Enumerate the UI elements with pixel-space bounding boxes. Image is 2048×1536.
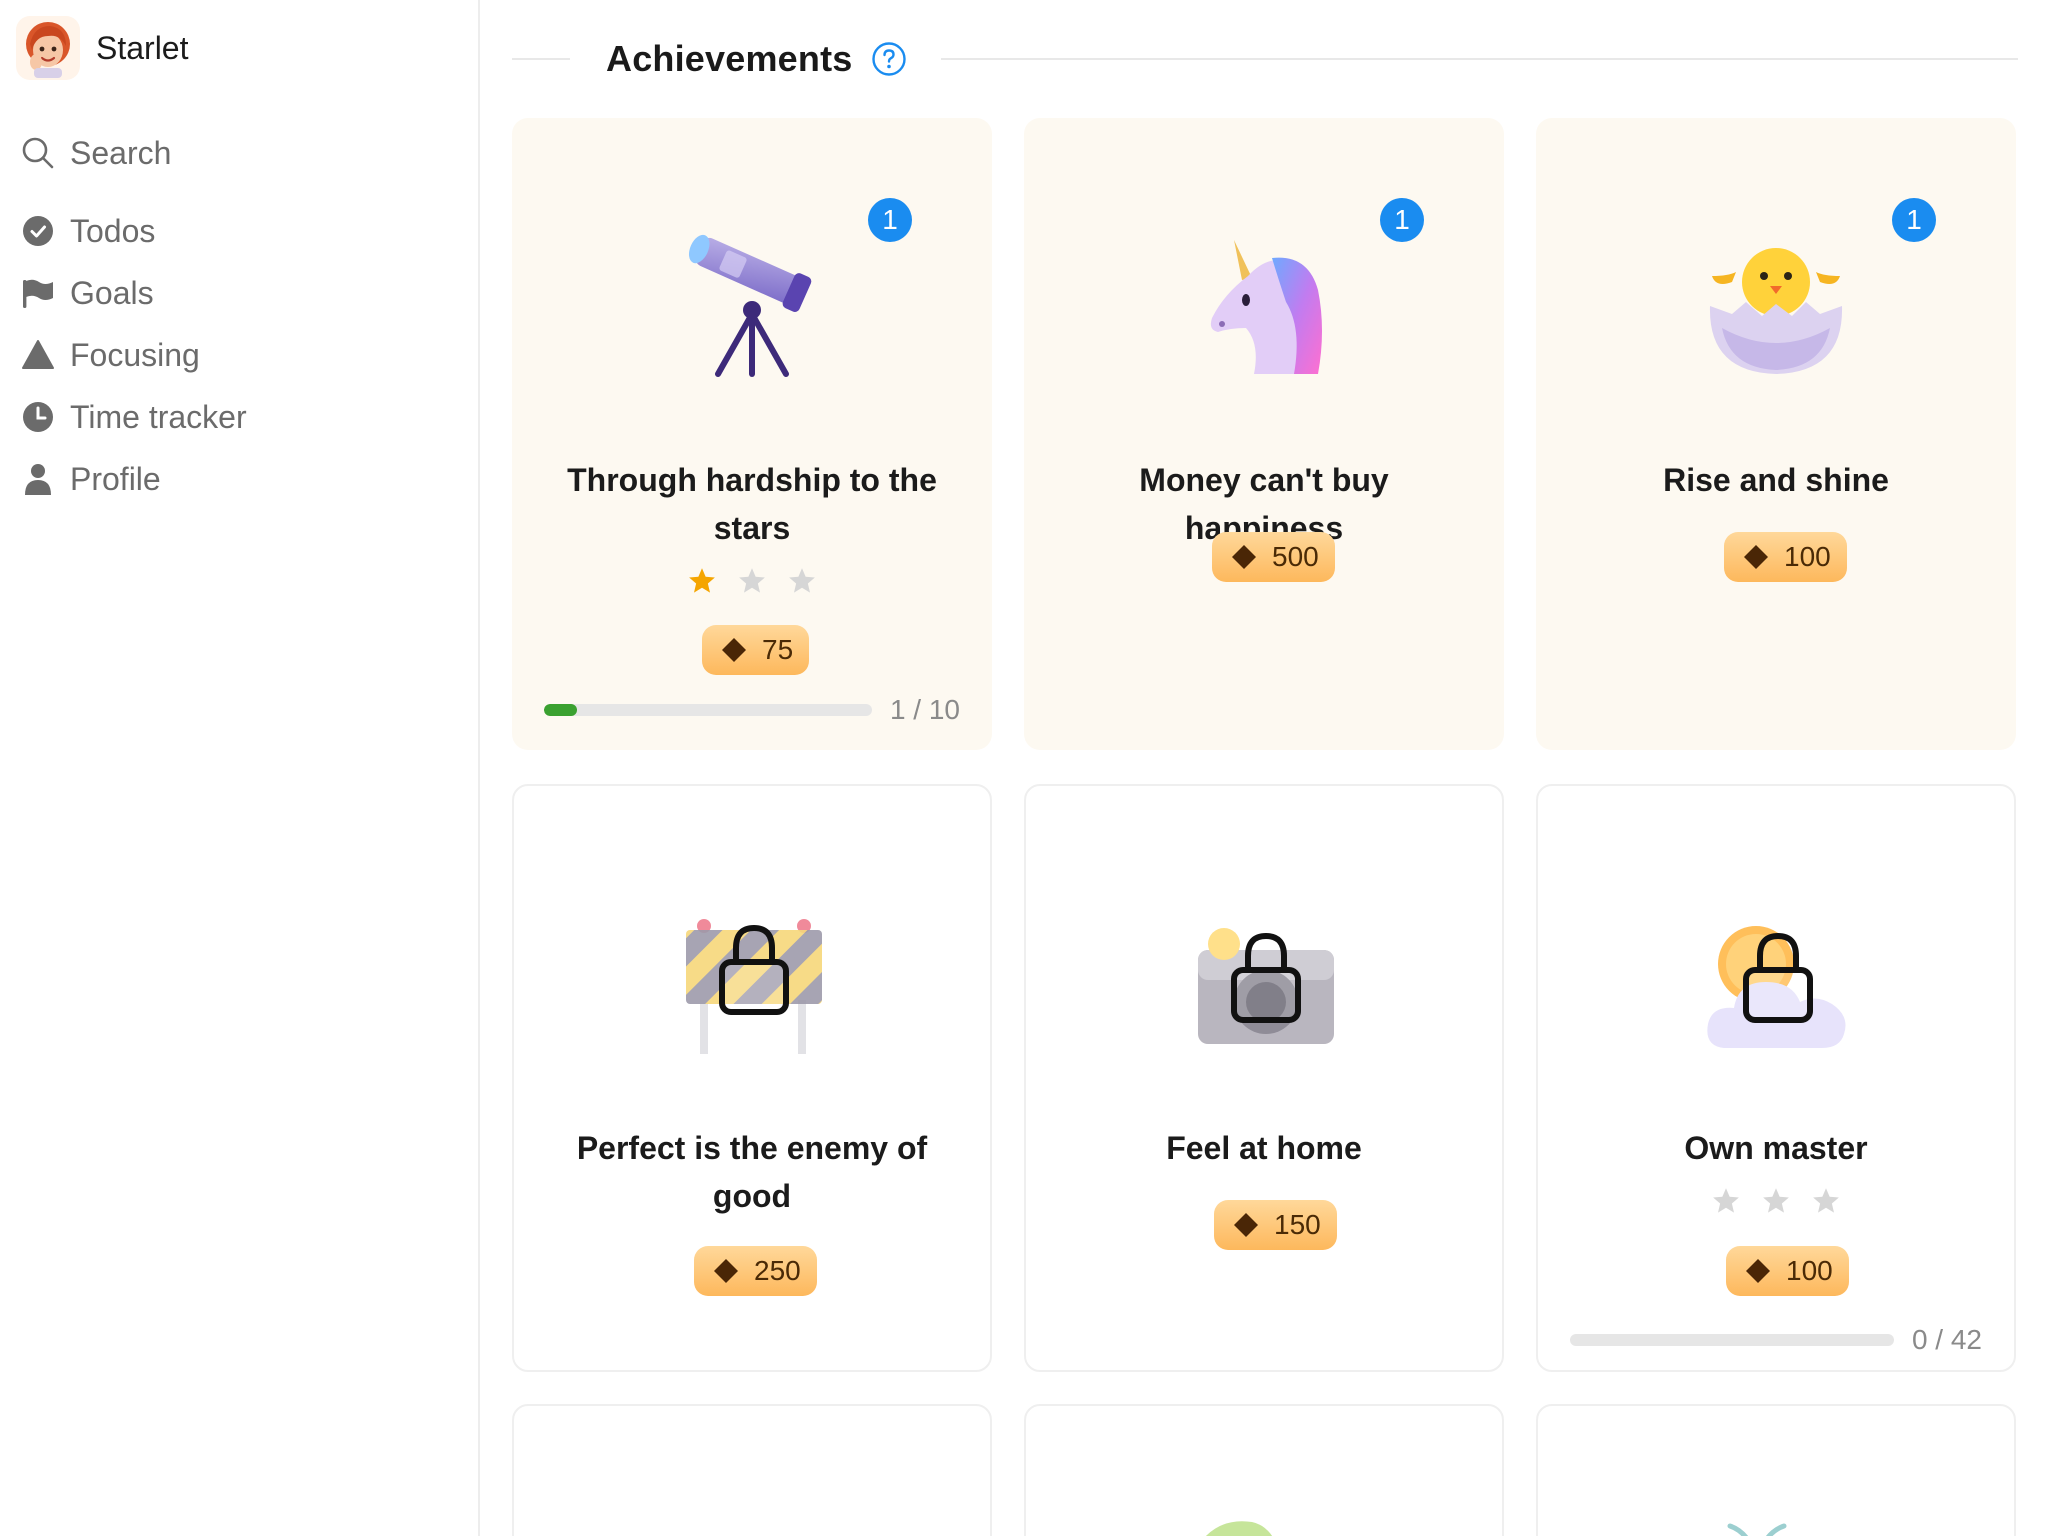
achievement-card-money[interactable]: 1 Money can't buy happiness 500 bbox=[1024, 118, 1504, 750]
sidebar-item-focusing[interactable]: Focusing bbox=[20, 324, 460, 386]
triangle-icon bbox=[20, 337, 56, 373]
reward-value: 100 bbox=[1786, 1255, 1833, 1286]
achievement-card-through-hardship[interactable]: 1 Through hardship to the stars 75 1 / 1… bbox=[512, 118, 992, 750]
diamond-icon bbox=[1234, 1213, 1258, 1237]
reward-badge: 100 bbox=[1726, 1246, 1849, 1296]
progress-text: 1 / 10 bbox=[889, 694, 960, 725]
camera-lock-icon bbox=[1192, 906, 1340, 1066]
diamond-icon bbox=[1744, 545, 1768, 569]
leaf-icon bbox=[1206, 1521, 1273, 1536]
star-empty-icon bbox=[1713, 1188, 1739, 1213]
achievement-card-feel-at-home[interactable]: Feel at home 150 bbox=[1024, 784, 1504, 1372]
achievement-card[interactable] bbox=[1024, 1404, 1504, 1536]
count-badge: 1 bbox=[1892, 198, 1936, 242]
diamond-icon bbox=[1746, 1259, 1770, 1283]
achievement-title: Through hardship to the stars bbox=[567, 462, 937, 546]
achievement-title: Perfect is the enemy of good bbox=[576, 1130, 928, 1214]
person-icon bbox=[20, 461, 56, 497]
sidebar-item-label: Time tracker bbox=[70, 398, 247, 435]
reward-badge: 500 bbox=[1212, 532, 1335, 582]
divider bbox=[940, 58, 2018, 60]
sun-cloud-lock-icon bbox=[1704, 906, 1852, 1066]
app-avatar bbox=[16, 16, 80, 80]
sidebar-item-label: Search bbox=[70, 134, 172, 171]
star-rating bbox=[1538, 1186, 2014, 1216]
count-badge: 1 bbox=[868, 198, 912, 242]
progress: 0 / 42 bbox=[1570, 1324, 1982, 1356]
check-circle-icon bbox=[20, 213, 56, 249]
unicorn-icon bbox=[1190, 218, 1338, 378]
clock-icon bbox=[20, 399, 56, 435]
reward-value: 500 bbox=[1272, 541, 1319, 572]
app-header[interactable]: Starlet bbox=[16, 16, 188, 80]
diamond-icon bbox=[714, 1259, 738, 1283]
achievements-page: Achievements 1 Through hardship to the s… bbox=[482, 0, 2048, 1536]
reward-badge: 150 bbox=[1214, 1200, 1337, 1250]
achievement-title: Rise and shine bbox=[1663, 462, 1889, 498]
star-empty-icon bbox=[739, 568, 765, 593]
reward-value: 75 bbox=[762, 634, 794, 665]
achievement-title: Own master bbox=[1684, 1130, 1868, 1166]
sidebar-item-goals[interactable]: Goals bbox=[20, 262, 460, 324]
construction-barrier-lock-icon bbox=[680, 906, 828, 1066]
sidebar-item-label: Todos bbox=[70, 212, 156, 249]
achievement-title: Feel at home bbox=[1166, 1130, 1362, 1166]
redhead-avatar-icon bbox=[26, 22, 70, 78]
search-icon bbox=[20, 135, 56, 171]
sidebar-item-label: Goals bbox=[70, 274, 154, 311]
progress: 1 / 10 bbox=[544, 694, 960, 726]
sidebar-item-label: Profile bbox=[70, 460, 161, 497]
reward-badge: 250 bbox=[694, 1246, 817, 1296]
reward-value: 250 bbox=[754, 1255, 801, 1286]
page-title: Achievements bbox=[606, 38, 853, 79]
star-empty-icon bbox=[1813, 1188, 1839, 1213]
sidebar-item-search[interactable]: Search bbox=[20, 122, 460, 184]
sidebar-item-label: Focusing bbox=[70, 336, 200, 373]
diamond-icon bbox=[722, 638, 746, 662]
achievement-card[interactable] bbox=[1536, 1404, 2016, 1536]
star-empty-icon bbox=[789, 568, 815, 593]
help-icon[interactable] bbox=[871, 41, 907, 77]
reward-value: 100 bbox=[1784, 541, 1831, 572]
sidebar-item-time-tracker[interactable]: Time tracker bbox=[20, 386, 460, 448]
star-rating bbox=[512, 566, 992, 596]
sidebar-item-profile[interactable]: Profile bbox=[20, 448, 460, 510]
progress-bar bbox=[544, 704, 872, 716]
sidebar-item-todos[interactable]: Todos bbox=[20, 200, 460, 262]
reward-value: 150 bbox=[1274, 1209, 1321, 1240]
count-badge: 1 bbox=[1380, 198, 1424, 242]
hatching-chick-icon bbox=[1702, 218, 1850, 378]
section-header: Achievements bbox=[512, 28, 2018, 90]
star-filled-icon bbox=[689, 568, 715, 593]
diamond-icon bbox=[1232, 545, 1256, 569]
flag-icon bbox=[20, 275, 56, 311]
reward-badge: 100 bbox=[1724, 532, 1847, 582]
progress-text: 0 / 42 bbox=[1911, 1324, 1982, 1355]
achievement-card-own-master[interactable]: Own master 100 0 / 42 bbox=[1536, 784, 2016, 1372]
progress-fill bbox=[544, 704, 577, 716]
progress-bar bbox=[1570, 1334, 1894, 1346]
star-empty-icon bbox=[1763, 1188, 1789, 1213]
sprout-icon bbox=[1727, 1523, 1787, 1536]
sidebar-nav: Search Todos Goals Focusing Time tracker bbox=[20, 122, 460, 510]
achievement-card-perfect[interactable]: Perfect is the enemy of good 250 bbox=[512, 784, 992, 1372]
reward-badge: 75 bbox=[702, 625, 810, 675]
divider bbox=[512, 58, 570, 60]
sidebar: Starlet Search Todos Goals Focusing Time… bbox=[0, 0, 480, 1536]
achievement-card[interactable] bbox=[512, 1404, 992, 1536]
app-name: Starlet bbox=[96, 29, 189, 66]
achievement-card-rise-and-shine[interactable]: 1 Rise and shine 100 bbox=[1536, 118, 2016, 750]
telescope-icon bbox=[678, 218, 826, 378]
